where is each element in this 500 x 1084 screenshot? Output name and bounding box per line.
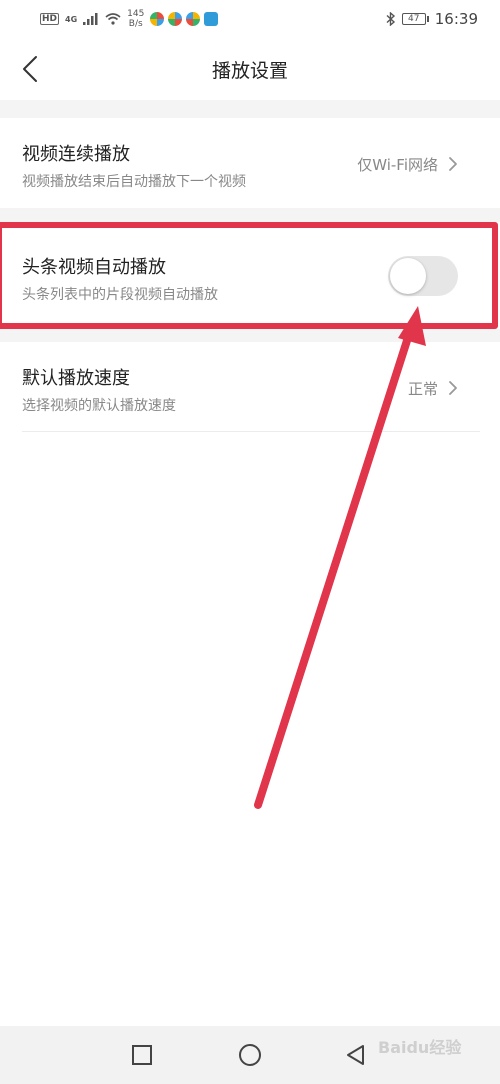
wifi-icon	[105, 13, 121, 25]
setting-subtitle: 视频播放结束后自动播放下一个视频	[22, 174, 246, 190]
chevron-left-icon	[23, 56, 37, 82]
status-left: HD 4G 145 B/s	[40, 9, 219, 29]
autoplay-toggle[interactable]	[388, 256, 458, 296]
status-right: 47 16:39	[386, 10, 478, 28]
setting-title: 默认播放速度	[22, 368, 130, 389]
setting-row-default-speed[interactable]: 默认播放速度 选择视频的默认播放速度 正常	[0, 342, 500, 432]
battery-icon: 47	[401, 13, 429, 25]
page-header: 播放设置	[0, 38, 500, 100]
circle-icon	[239, 1044, 261, 1066]
setting-value: 仅Wi-Fi网络	[357, 156, 438, 174]
battery-level: 47	[401, 13, 426, 25]
section-gap	[0, 100, 500, 118]
status-bar: HD 4G 145 B/s 47 16:39	[0, 0, 500, 38]
speed-value: 145	[127, 9, 145, 19]
notification-app-icon	[204, 12, 219, 26]
back-button[interactable]	[14, 52, 46, 86]
watermark: Baidu经验	[378, 1038, 462, 1057]
setting-row-continuous-playback[interactable]: 视频连续播放 视频播放结束后自动播放下一个视频 仅Wi-Fi网络	[0, 118, 500, 208]
setting-row-feed-autoplay: 头条视频自动播放 头条列表中的片段视频自动播放	[0, 222, 500, 329]
notification-icons	[150, 12, 219, 26]
square-icon	[132, 1045, 152, 1065]
triangle-back-icon	[347, 1045, 364, 1065]
section-gap	[0, 329, 500, 342]
back-nav-button[interactable]	[338, 1037, 374, 1073]
bluetooth-icon	[386, 12, 395, 26]
notification-app-icon	[168, 12, 183, 26]
setting-subtitle: 头条列表中的片段视频自动播放	[22, 287, 218, 303]
chevron-right-icon	[449, 381, 457, 395]
chevron-right-icon	[449, 157, 457, 171]
setting-title: 头条视频自动播放	[22, 257, 166, 278]
battery-tip	[426, 16, 429, 22]
home-button[interactable]	[232, 1037, 268, 1073]
network-type: 4G	[65, 14, 78, 24]
status-time: 16:39	[434, 10, 478, 28]
setting-subtitle: 选择视频的默认播放速度	[22, 398, 176, 414]
recents-button[interactable]	[124, 1037, 160, 1073]
network-speed: 145 B/s	[127, 9, 144, 29]
hd-icon: HD	[40, 13, 60, 25]
setting-title: 视频连续播放	[22, 144, 130, 165]
page-title: 播放设置	[211, 59, 288, 82]
section-gap	[0, 208, 500, 222]
notification-app-icon	[186, 12, 201, 26]
signal-icon	[83, 13, 98, 25]
row-divider	[22, 431, 480, 432]
setting-value: 正常	[407, 380, 438, 398]
toggle-knob	[390, 258, 426, 294]
notification-app-icon	[150, 12, 165, 26]
speed-unit: B/s	[128, 19, 143, 29]
